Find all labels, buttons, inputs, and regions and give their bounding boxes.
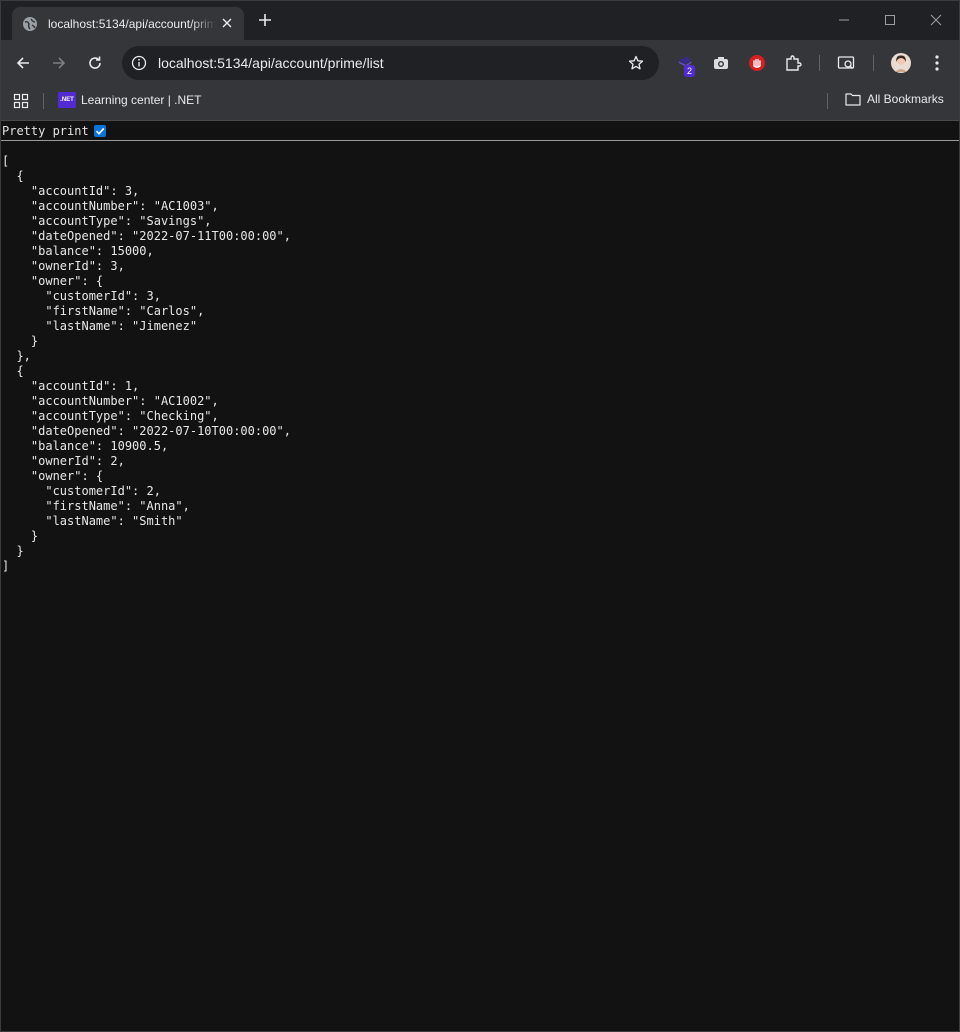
folder-icon (845, 92, 861, 106)
extension-badge: 2 (684, 65, 696, 77)
new-tab-icon[interactable] (256, 11, 274, 29)
pretty-print-checkbox[interactable] (93, 124, 106, 137)
reload-icon[interactable] (85, 53, 105, 73)
toolbar-divider (819, 55, 820, 71)
minimize-icon[interactable] (836, 12, 852, 28)
bookmarks-divider (827, 93, 828, 109)
dotnet-icon: .NET (58, 92, 76, 108)
back-icon[interactable] (13, 53, 33, 73)
maximize-icon[interactable] (882, 12, 898, 28)
toolbar-divider (873, 55, 874, 71)
pretty-print-label: Pretty print (2, 123, 89, 138)
address-bar[interactable]: localhost:5134/api/account/prime/list (122, 46, 659, 80)
tab-title: localhost:5134/api/account/prime/list (48, 16, 216, 31)
menu-kebab-icon[interactable] (927, 53, 947, 73)
globe-icon (22, 16, 38, 32)
side-panel-search-icon[interactable] (836, 53, 856, 73)
all-bookmarks-label: All Bookmarks (867, 92, 944, 106)
profile-avatar-icon[interactable] (891, 53, 911, 73)
site-info-icon[interactable] (130, 54, 148, 72)
json-content: [ { "accountId": 3, "accountNumber": "AC… (2, 154, 291, 573)
url-text[interactable]: localhost:5134/api/account/prime/list (158, 55, 384, 71)
extensions-puzzle-icon[interactable] (783, 53, 803, 73)
bookmark-star-icon[interactable] (627, 54, 645, 72)
camera-icon[interactable] (711, 53, 731, 73)
browser-toolbar: localhost:5134/api/account/prime/list 2 (0, 40, 960, 86)
close-window-icon[interactable] (928, 12, 944, 28)
bookmark-learning-center[interactable]: .NET Learning center | .NET (58, 92, 202, 108)
tab-active[interactable]: localhost:5134/api/account/prime/list (12, 7, 244, 40)
pretty-print-bar: Pretty print (0, 121, 960, 141)
stop-hand-icon[interactable] (747, 53, 767, 73)
apps-grid-icon[interactable] (12, 92, 30, 110)
bookmarks-divider (43, 93, 44, 109)
bookmark-label: Learning center | .NET (81, 93, 202, 107)
forward-icon[interactable] (49, 53, 69, 73)
all-bookmarks-button[interactable]: All Bookmarks (845, 92, 944, 106)
tab-strip: localhost:5134/api/account/prime/list (0, 0, 960, 40)
bookmarks-bar: .NET Learning center | .NET All Bookmark… (0, 86, 960, 121)
close-tab-icon[interactable] (220, 16, 234, 30)
